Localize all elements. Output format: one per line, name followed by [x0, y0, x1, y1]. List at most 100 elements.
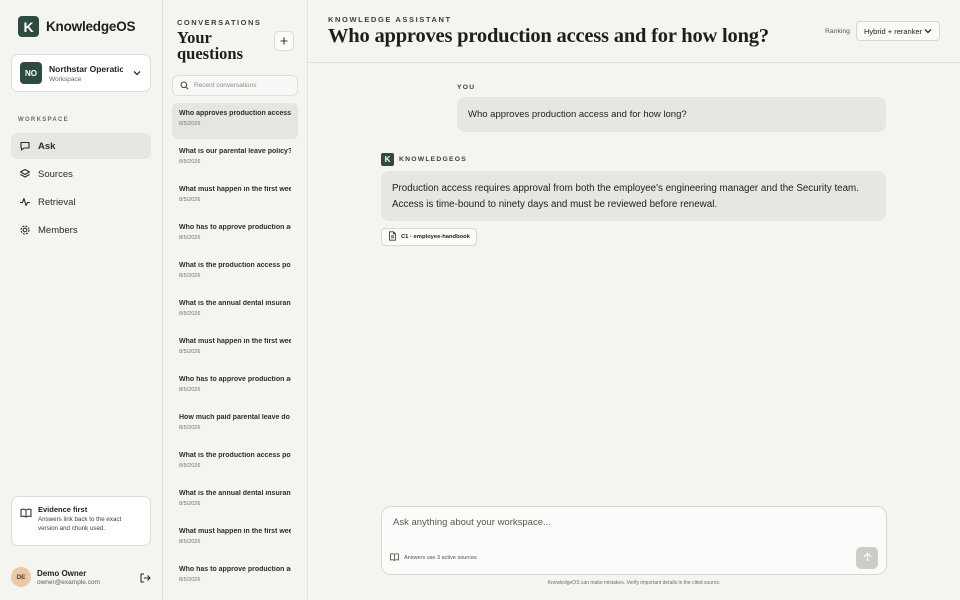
logo-icon: K: [381, 153, 394, 166]
book-icon: [390, 553, 399, 563]
sources-count: Answers use 3 active sources: [404, 555, 477, 561]
page-title: Who approves production access and for h…: [328, 25, 769, 47]
new-conversation-button[interactable]: [274, 31, 294, 51]
conversation-question: What must happen in the first week?: [179, 528, 291, 535]
sidebar-item-label: Members: [38, 224, 78, 236]
gear-icon: [19, 224, 31, 236]
conversation-question: What is the production access policy?: [179, 452, 291, 459]
user-message: Who approves production access and for h…: [457, 97, 886, 132]
conversation-date: 8/5/2026: [179, 425, 201, 431]
sidebar-item-members[interactable]: Members: [11, 217, 151, 243]
list-item[interactable]: Who has to approve production access? 8/…: [172, 217, 298, 253]
workspace-switcher[interactable]: NO Northstar Operations Workspace: [11, 54, 151, 92]
main-panel: KNOWLEDGE ASSISTANT Who approves product…: [308, 0, 960, 600]
conversation-date: 8/5/2026: [179, 159, 201, 165]
message-composer: Answers use 3 active sources: [381, 506, 887, 575]
logo-icon: K: [18, 16, 39, 37]
conversation-question: How much paid parental leave do we offer…: [179, 414, 291, 421]
arrow-up-icon: [863, 549, 872, 567]
list-item[interactable]: What is the annual dental insurance limi…: [172, 483, 298, 519]
chat-bubble-icon: [19, 140, 31, 152]
conversation-date: 8/5/2026: [179, 577, 201, 583]
list-item[interactable]: How much paid parental leave do we offer…: [172, 407, 298, 443]
layers-icon: [19, 168, 31, 180]
logout-icon[interactable]: [139, 571, 151, 583]
message-input[interactable]: [393, 517, 863, 537]
conversation-date: 8/5/2026: [179, 501, 201, 507]
sidebar: K KnowledgeOS NO Northstar Operations Wo…: [0, 0, 163, 600]
conversation-question: Who has to approve production access?: [179, 224, 291, 231]
user-name: Demo Owner: [37, 568, 87, 578]
evidence-title: Evidence first: [38, 505, 88, 514]
conversation-question: What is the annual dental insurance limi…: [179, 300, 291, 307]
ranking-select[interactable]: Hybrid + reranker: [856, 21, 940, 41]
list-item[interactable]: What must happen in the first week? 8/5/…: [172, 179, 298, 215]
citation-chip[interactable]: C1 · employee-handbook: [381, 228, 477, 246]
conversation-date: 8/5/2026: [179, 349, 201, 355]
send-button[interactable]: [856, 547, 878, 569]
conversation-question: What must happen in the first week?: [179, 186, 291, 193]
workspace-name: Northstar Operations: [49, 63, 123, 74]
conversation-question: What is our parental leave policy?: [179, 148, 291, 155]
list-item[interactable]: What must happen in the first week? 8/5/…: [172, 521, 298, 557]
conversation-date: 8/5/2026: [179, 121, 201, 127]
assistant-header: K KNOWLEDGEOS: [381, 153, 467, 166]
brand[interactable]: K KnowledgeOS: [18, 16, 136, 37]
user-email: owner@example.com: [37, 578, 100, 586]
list-item[interactable]: What is the production access policy? 8/…: [172, 445, 298, 481]
sidebar-item-label: Retrieval: [38, 196, 76, 208]
book-open-icon: [20, 506, 32, 518]
citation-label: C1 · employee-handbook: [401, 234, 470, 240]
conversation-date: 8/5/2026: [179, 197, 201, 203]
list-item[interactable]: What is the annual dental insurance limi…: [172, 293, 298, 329]
evidence-body: Answers link back to the exact version a…: [38, 516, 122, 532]
conversations-eyebrow: CONVERSATIONS: [177, 18, 262, 27]
search-input[interactable]: [194, 82, 294, 89]
assistant-answer: Production access requires approval from…: [381, 171, 886, 221]
sidebar-item-label: Sources: [38, 168, 73, 180]
conversation-list: Who approves production access and for h…: [172, 103, 298, 597]
user-profile[interactable]: DE Demo Owner owner@example.com: [11, 566, 151, 588]
workspace-avatar: NO: [20, 62, 42, 84]
chevron-down-icon: [924, 27, 932, 35]
pulse-icon: [19, 196, 31, 208]
avatar: DE: [11, 567, 31, 587]
conversation-question: Who approves production access and for h…: [179, 110, 291, 117]
section-label-workspace: WORKSPACE: [18, 117, 69, 123]
sidebar-item-label: Ask: [38, 140, 56, 152]
assistant-label: KNOWLEDGEOS: [399, 156, 467, 163]
ranking-label: Ranking: [825, 28, 850, 35]
sidebar-item-ask[interactable]: Ask: [11, 133, 151, 159]
sidebar-item-retrieval[interactable]: Retrieval: [11, 189, 151, 215]
conversation-date: 8/5/2026: [179, 311, 201, 317]
plus-icon: [280, 32, 288, 50]
sources-note: Answers use 3 active sources: [390, 553, 477, 563]
conversation-date: 8/5/2026: [179, 235, 201, 241]
list-item[interactable]: What is the production access policy? 8/…: [172, 255, 298, 291]
conversation-question: What is the annual dental insurance limi…: [179, 490, 291, 497]
conversations-panel: CONVERSATIONS Your questions Who approve…: [163, 0, 308, 600]
sidebar-nav: Ask Sources Retrieval Members: [11, 133, 151, 245]
list-item[interactable]: What must happen in the first week? 8/5/…: [172, 331, 298, 367]
conversation-search[interactable]: [172, 75, 298, 96]
conversation-date: 8/5/2026: [179, 463, 201, 469]
list-item[interactable]: Who approves production access and for h…: [172, 103, 298, 139]
list-item[interactable]: Who has to approve production access? 8/…: [172, 369, 298, 405]
conversation-date: 8/5/2026: [179, 273, 201, 279]
list-item[interactable]: What is our parental leave policy? 8/5/2…: [172, 141, 298, 177]
workspace-type: Workspace: [49, 75, 82, 83]
ranking-value: Hybrid + reranker: [864, 26, 923, 36]
conversation-date: 8/5/2026: [179, 539, 201, 545]
conversation-question: What is the production access policy?: [179, 262, 291, 269]
evidence-first-card: Evidence first Answers link back to the …: [11, 496, 151, 546]
conversations-title: Your questions: [177, 28, 244, 63]
list-item[interactable]: Who has to approve production access? 8/…: [172, 559, 298, 595]
conversation-date: 8/5/2026: [179, 387, 201, 393]
disclaimer: KnowledgeOS can make mistakes. Verify im…: [547, 580, 721, 586]
sidebar-item-sources[interactable]: Sources: [11, 161, 151, 187]
page-header: KNOWLEDGE ASSISTANT Who approves product…: [308, 0, 960, 63]
user-message-label: YOU: [457, 84, 476, 91]
search-icon: [180, 77, 189, 95]
page-eyebrow: KNOWLEDGE ASSISTANT: [328, 15, 452, 24]
app-name: KnowledgeOS: [46, 19, 136, 34]
